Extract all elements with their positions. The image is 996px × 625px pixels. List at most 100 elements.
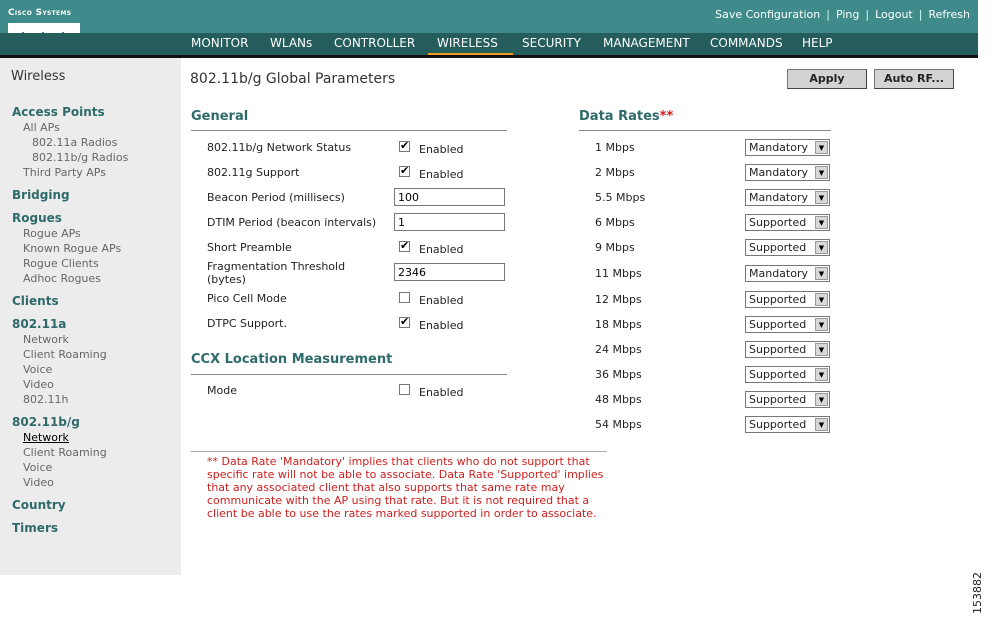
rate-select[interactable]: Mandatory ▼ [745,265,830,282]
nav-management[interactable]: MANAGEMENT [603,36,690,50]
beacon-period-label: Beacon Period (millisecs) [207,191,345,204]
dropdown-arrow-icon[interactable]: ▼ [815,318,828,331]
nav-monitor[interactable]: MONITOR [191,36,248,50]
sidebar-item-bg-voice[interactable]: Voice [23,461,52,474]
pico-cell-checkbox[interactable] [399,292,410,303]
data-rate-note: ** Data Rate 'Mandatory' implies that cl… [207,455,604,520]
dropdown-arrow-icon[interactable]: ▼ [815,191,828,204]
sidebar-item-rogue-clients[interactable]: Rogue Clients [23,257,99,270]
sidebar-item-a-network[interactable]: Network [23,333,69,346]
rate-select-value: Supported [749,418,807,431]
rate-select[interactable]: Supported ▼ [745,391,830,408]
rate-select-value: Supported [749,393,807,406]
sidebar-group-rogues[interactable]: Rogues [12,211,62,225]
sidebar-item-bg-video[interactable]: Video [23,476,54,489]
rate-select[interactable]: Supported ▼ [745,239,830,256]
data-rates-heading: Data Rates** [579,109,673,124]
ccx-mode-enabled-label: Enabled [419,386,464,399]
ping-link[interactable]: Ping [836,8,859,21]
dropdown-arrow-icon[interactable]: ▼ [815,393,828,406]
ccx-divider [191,374,507,375]
nav-help[interactable]: HELP [802,36,833,50]
refresh-link[interactable]: Refresh [928,8,970,21]
network-status-checkbox[interactable] [399,139,410,152]
beacon-period-input[interactable] [394,188,505,206]
dropdown-arrow-icon[interactable]: ▼ [815,141,828,154]
sidebar-item-80211a-radios[interactable]: 802.11a Radios [32,136,117,149]
dropdown-arrow-icon[interactable]: ▼ [815,166,828,179]
ccx-mode-label: Mode [207,384,237,397]
rate-label: 9 Mbps [595,241,635,254]
rate-select-value: Supported [749,241,807,254]
dropdown-arrow-icon[interactable]: ▼ [815,343,828,356]
sidebar-item-all-aps[interactable]: All APs [23,121,60,134]
rate-select[interactable]: Mandatory ▼ [745,164,830,181]
page-title: 802.11b/g Global Parameters [190,71,396,87]
fragmentation-label-line1: Fragmentation Threshold [207,260,346,273]
dropdown-arrow-icon[interactable]: ▼ [815,368,828,381]
g-support-enabled-label: Enabled [419,168,464,181]
rate-label: 36 Mbps [595,368,642,381]
sidebar-item-a-voice[interactable]: Voice [23,363,52,376]
rate-select[interactable]: Mandatory ▼ [745,139,830,156]
nav-wlans[interactable]: WLANs [270,36,312,50]
rate-select[interactable]: Supported ▼ [745,214,830,231]
dropdown-arrow-icon[interactable]: ▼ [815,267,828,280]
dtim-period-input[interactable] [394,213,505,231]
sidebar-group-country[interactable]: Country [12,498,66,512]
sidebar-item-a-client-roaming[interactable]: Client Roaming [23,348,107,361]
data-rates-divider [579,130,831,131]
sidebar-item-bg-client-roaming[interactable]: Client Roaming [23,446,107,459]
pico-cell-label: Pico Cell Mode [207,292,287,305]
rate-label: 5.5 Mbps [595,191,646,204]
dtpc-support-label: DTPC Support. [207,317,287,330]
nav-controller[interactable]: CONTROLLER [334,36,415,50]
sidebar-group-80211bg[interactable]: 802.11b/g [12,415,80,429]
rate-select[interactable]: Supported ▼ [745,416,830,433]
nav-security[interactable]: SECURITY [522,36,581,50]
nav-wireless[interactable]: WIRELESS [437,36,498,50]
rate-label: 6 Mbps [595,216,635,229]
sidebar-group-clients[interactable]: Clients [12,294,59,308]
apply-button[interactable]: Apply [787,69,867,89]
rate-select[interactable]: Supported ▼ [745,291,830,308]
sidebar-item-a-video[interactable]: Video [23,378,54,391]
sidebar-group-bridging[interactable]: Bridging [12,188,70,202]
auto-rf-button[interactable]: Auto RF... [874,69,954,89]
dropdown-arrow-icon[interactable]: ▼ [815,293,828,306]
rate-select[interactable]: Supported ▼ [745,341,830,358]
sidebar-item-third-party-aps[interactable]: Third Party APs [23,166,106,179]
rate-select[interactable]: Mandatory ▼ [745,189,830,206]
g-support-checkbox[interactable] [399,164,410,177]
dropdown-arrow-icon[interactable]: ▼ [815,241,828,254]
rate-select[interactable]: Supported ▼ [745,316,830,333]
sidebar-item-known-rogue-aps[interactable]: Known Rogue APs [23,242,121,255]
short-preamble-checkbox[interactable] [399,239,410,252]
ccx-mode-checkbox[interactable] [399,384,410,395]
general-divider [191,130,507,131]
note-divider [191,451,607,452]
sidebar-item-adhoc-rogues[interactable]: Adhoc Rogues [23,272,101,285]
dtpc-support-checkbox[interactable] [399,315,410,328]
sidebar-item-bg-network[interactable]: Network [23,431,69,444]
sidebar-group-timers[interactable]: Timers [12,521,58,535]
sidebar-item-a-80211h[interactable]: 802.11h [23,393,68,406]
sidebar-title: Wireless [11,69,66,84]
sidebar-group-access-points[interactable]: Access Points [12,105,105,119]
logout-link[interactable]: Logout [875,8,913,21]
save-configuration-link[interactable]: Save Configuration [715,8,820,21]
dropdown-arrow-icon[interactable]: ▼ [815,216,828,229]
sidebar-item-80211bg-radios[interactable]: 802.11b/g Radios [32,151,128,164]
ccx-heading: CCX Location Measurement [191,352,393,367]
rate-select-value: Mandatory [749,141,809,154]
rate-select-value: Supported [749,343,807,356]
pico-cell-enabled-label: Enabled [419,294,464,307]
dropdown-arrow-icon[interactable]: ▼ [815,418,828,431]
sidebar-group-80211a[interactable]: 802.11a [12,317,66,331]
fragmentation-threshold-input[interactable] [394,263,505,281]
nav-commands[interactable]: COMMANDS [710,36,783,50]
sidebar-item-rogue-aps[interactable]: Rogue APs [23,227,81,240]
header-links: Save Configuration | Ping | Logout | Refresh [715,8,970,21]
rate-select[interactable]: Supported ▼ [745,366,830,383]
rate-label: 24 Mbps [595,343,642,356]
